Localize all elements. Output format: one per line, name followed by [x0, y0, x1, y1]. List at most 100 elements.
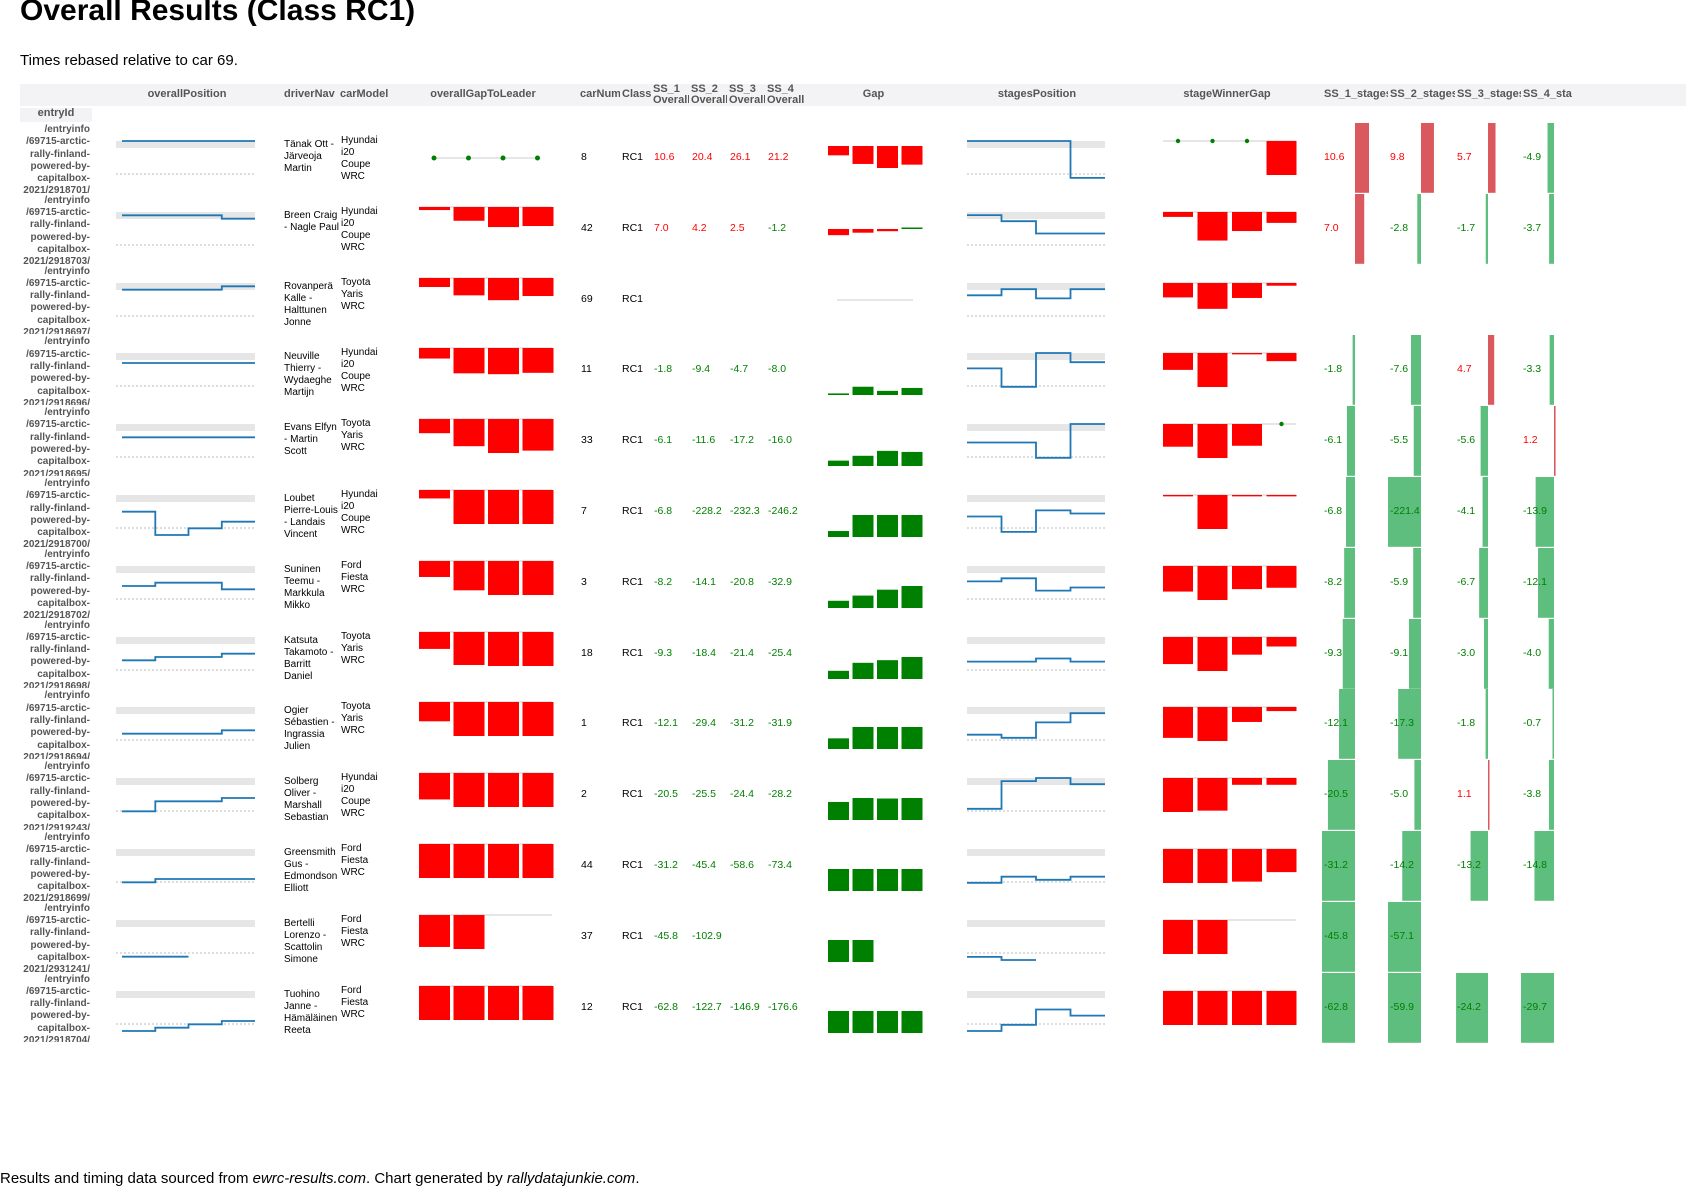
row-4-stage-winner-bar-2	[1197, 353, 1228, 388]
row-9-driver-nav[interactable]: Ogier Sébastien - Ingrassia Julien	[284, 705, 340, 753]
row-12-gap-chart	[828, 939, 874, 962]
column-header-ss-2-stages[interactable]: SS_2_stages	[1388, 84, 1455, 106]
row-2-gap-bar-1	[828, 228, 849, 235]
column-header-ss-3-stages[interactable]: SS_3_stages	[1455, 84, 1521, 106]
row-6-overall-position-chart	[116, 495, 255, 536]
row-9-entry-id[interactable]: /entryinfo /69715-arctic- rally-finland-…	[20, 690, 90, 759]
column-header-gap[interactable]: Gap	[805, 84, 942, 106]
row-7-car-num: 3	[581, 575, 587, 588]
row-12-entry-id[interactable]: /entryinfo /69715-arctic- rally-finland-…	[20, 903, 90, 972]
row-3-driver-nav[interactable]: Rovanperä Kalle - Halttunen Jonne	[284, 281, 340, 329]
row-11-stage-winner-gap-chart	[1163, 848, 1297, 883]
column-header-drivernav[interactable]: driverNav	[282, 84, 338, 106]
row-2-gap-bar-2	[852, 228, 874, 233]
column-header-stagesposition[interactable]: stagesPosition	[942, 84, 1132, 106]
row-2-gap-bar-3	[877, 228, 898, 231]
row-6-class: RC1	[622, 505, 644, 517]
row-1-entry-id[interactable]: /entryinfo /69715-arctic- rally-finland-…	[20, 124, 90, 193]
row-10-entry-id[interactable]: /entryinfo /69715-arctic- rally-finland-…	[20, 761, 90, 830]
column-header-ss-4-sta[interactable]: SS_4_sta	[1521, 84, 1581, 106]
row-2-ss1-overall: 7.0	[654, 221, 669, 234]
column-header-ss-2-overall[interactable]: SS_2 Overall	[689, 84, 727, 106]
row-5-ss2-stage-bar	[1413, 406, 1421, 476]
row-2-driver-nav[interactable]: Breen Craig - Nagle Paul	[284, 210, 340, 234]
row-5-driver-nav[interactable]: Evans Elfyn - Martin Scott	[284, 422, 340, 458]
row-6-car-model: Hyundai i20 Coupe WRC	[341, 489, 378, 536]
row-13-overall-position-band	[116, 990, 255, 998]
row-4-stages-position-chart	[967, 352, 1105, 389]
row-8-ss4-stage: -4.0	[1523, 646, 1542, 659]
footer-source-link[interactable]: ewrc-results.com	[253, 1170, 366, 1187]
row-2-overall-gap-to-leader-chart	[419, 206, 554, 227]
row-11-class: RC1	[622, 859, 644, 871]
row-8-overall-position-band	[116, 636, 255, 644]
row-12-overall-gap-to-leader-chart	[419, 914, 552, 949]
column-header-stagewinnergap[interactable]: stageWinnerGap	[1132, 84, 1322, 106]
row-8-entry-id[interactable]: /entryinfo /69715-arctic- rally-finland-…	[20, 620, 90, 689]
row-6-entry-id[interactable]: /entryinfo /69715-arctic- rally-finland-…	[20, 478, 90, 547]
row-5-gap-bar-1	[828, 460, 849, 467]
row-6-gap-leader-bar-2	[453, 490, 485, 524]
row-10-ss2-stage: -5.0	[1390, 788, 1409, 801]
row-13-car-num: 12	[581, 1000, 593, 1013]
column-header-ss-1-overall[interactable]: SS_1 Overall	[651, 84, 689, 106]
row-9-gap-bar-4	[901, 727, 923, 750]
row-5-stages-position-chart	[967, 423, 1105, 459]
column-header-ss-1-stages[interactable]: SS_1_stages	[1322, 84, 1388, 106]
row-4-overall-position-chart	[116, 353, 255, 387]
row-10-driver-nav[interactable]: Solberg Oliver - Marshall Sebastian	[284, 776, 340, 824]
row-12-driver-nav[interactable]: Bertelli Lorenzo - Scattolin Simone	[284, 918, 340, 966]
column-header-ss-4-overall[interactable]: SS_4 Overall	[765, 84, 805, 106]
row-1-driver-nav[interactable]: Tänak Ott - Järveoja Martin	[284, 139, 340, 175]
row-13-car-model: Ford Fiesta WRC	[341, 984, 369, 1020]
row-9-ss4-stage-bar	[1552, 689, 1554, 760]
row-4-gap-leader-bar-3	[488, 348, 519, 375]
row-11-driver-nav[interactable]: Greensmith Gus - Edmondson Elliott	[284, 847, 340, 895]
row-13-driver-nav[interactable]: Tuohino Janne - Hämäläinen Reeta	[284, 989, 340, 1037]
row-4-entry-id[interactable]: /entryinfo /69715-arctic- rally-finland-…	[20, 336, 90, 405]
row-5-ss1-overall: -6.1	[654, 434, 673, 447]
column-header-carnum[interactable]: carNum	[578, 84, 620, 106]
row-8-driver-nav[interactable]: Katsuta Takamoto - Barritt Daniel	[284, 635, 340, 683]
row-5-ss1-stage-bar	[1346, 406, 1355, 476]
column-header-class[interactable]: Class	[620, 84, 651, 106]
row-6-gap-chart	[828, 515, 923, 537]
row-3-entry-id[interactable]: /entryinfo /69715-arctic- rally-finland-…	[20, 266, 90, 335]
row-1-stage-winner-dot-3	[1244, 138, 1250, 144]
row-6-stages-position-chart	[967, 495, 1105, 533]
row-11-ss3-stage: -13.2	[1457, 859, 1481, 871]
row-4-gap-bar-4	[901, 388, 923, 396]
column-header-overallposition[interactable]: overallPosition	[92, 84, 282, 106]
row-7-gap-bar-3	[877, 589, 898, 608]
row-8-stage-winner-bar-3	[1232, 636, 1262, 655]
row-6-driver-nav[interactable]: Loubet Pierre-Louis - Landais Vincent	[284, 493, 340, 541]
row-2-car-model: Hyundai i20 Coupe WRC	[341, 205, 378, 253]
row-13-entry-id[interactable]: /entryinfo /69715-arctic- rally-finland-…	[20, 974, 90, 1043]
row-9-ss3-stage: -1.8	[1457, 717, 1476, 730]
row-7-car-model: Ford Fiesta WRC	[341, 559, 369, 595]
row-2-entry-id[interactable]: /entryinfo /69715-arctic- rally-finland-…	[20, 195, 90, 264]
row-4-driver-nav[interactable]: Neuville Thierry - Wydaeghe Martijn	[284, 351, 340, 399]
row-12-gap-leader-bar-1	[419, 914, 450, 947]
footer-generator-link[interactable]: rallydatajunkie.com	[507, 1170, 635, 1187]
row-1-overall-position-band	[116, 141, 255, 148]
row-11-gap-bar-2	[852, 869, 874, 891]
row-3-class: RC1	[622, 292, 644, 305]
row-8-class: RC1	[622, 646, 644, 659]
column-header-carmodel[interactable]: carModel	[338, 84, 388, 106]
row-11-entry-id[interactable]: /entryinfo /69715-arctic- rally-finland-…	[20, 832, 90, 901]
row-7-entry-id[interactable]: /entryinfo /69715-arctic- rally-finland-…	[20, 549, 90, 618]
row-7-driver-nav[interactable]: Suninen Teemu - Markkula Mikko	[284, 564, 340, 612]
row-4-gap-bar-1	[828, 393, 849, 396]
column-header-overallgaptoleader[interactable]: overallGapToLeader	[388, 84, 578, 106]
row-4-gap-bar-2	[852, 387, 874, 396]
row-11-ss3-overall: -58.6	[730, 859, 754, 871]
row-13-stage-winner-gap-chart	[1163, 990, 1297, 1025]
row-12-overall-position-chart	[116, 919, 255, 958]
column-header-entryid[interactable]: entryId	[20, 108, 92, 122]
row-5-entry-id[interactable]: /entryinfo /69715-arctic- rally-finland-…	[20, 407, 90, 476]
column-header-ss-3-overall[interactable]: SS_3 Overall	[727, 84, 765, 106]
row-12-stage-winner-bar-1	[1163, 919, 1193, 954]
row-12-gap-bar-1	[828, 939, 849, 962]
row-7-ss1-stage-bar	[1344, 547, 1355, 618]
